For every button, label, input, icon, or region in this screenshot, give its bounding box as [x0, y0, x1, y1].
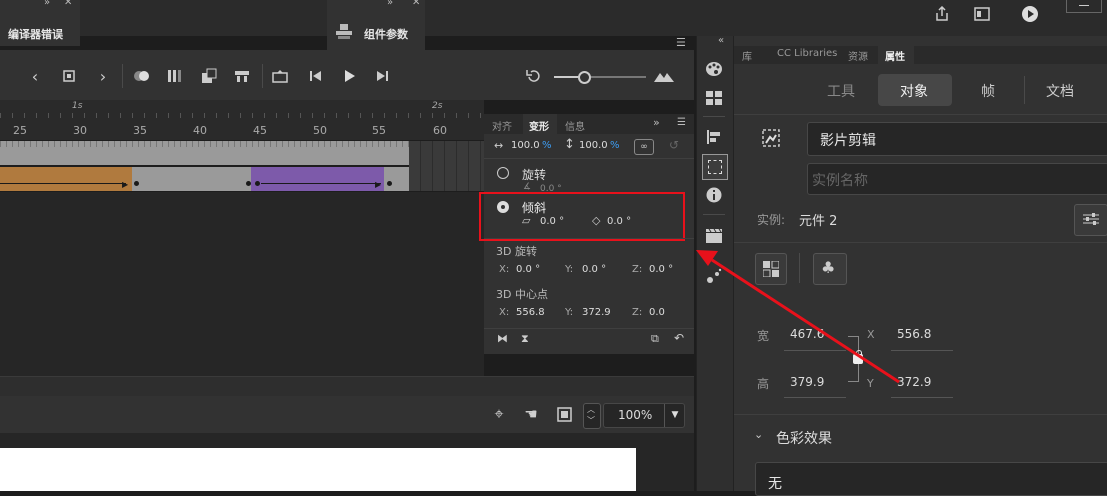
annotation-arrow — [696, 250, 900, 384]
